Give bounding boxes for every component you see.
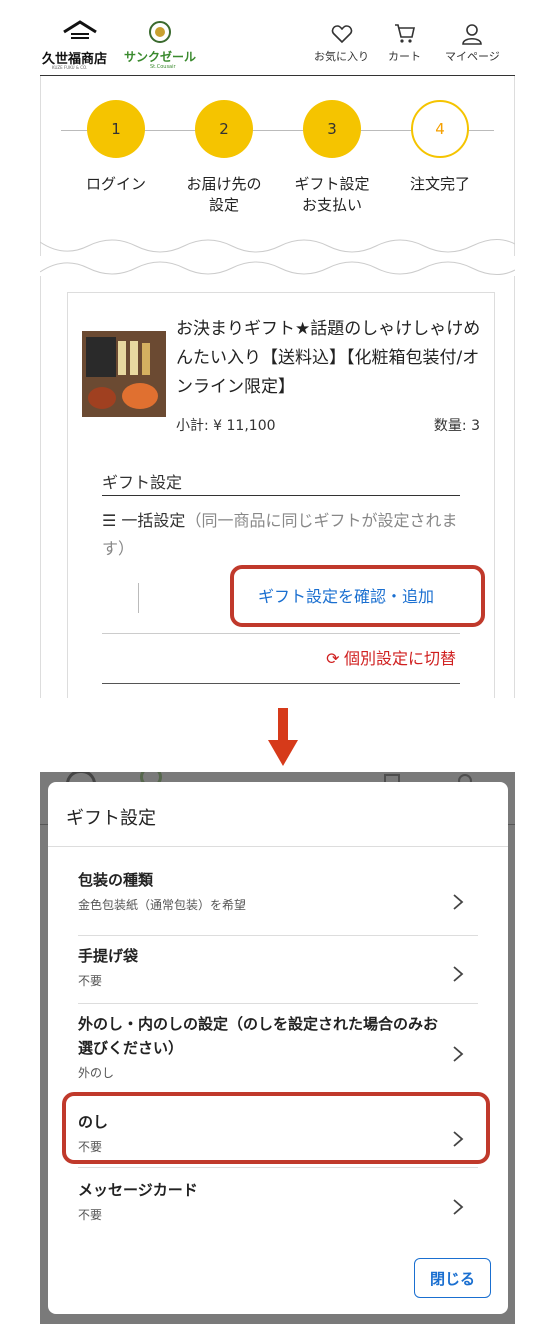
vertical-divider xyxy=(138,583,139,613)
chevron-right-icon xyxy=(453,1199,464,1215)
gift-dialog-screen: ギフト設定 包装の種類 金色包装紙（通常包装）を希望 手提げ袋 不要 外のし・内… xyxy=(40,772,515,1324)
gift-section-title: ギフト設定 xyxy=(102,473,183,492)
step-circle: 3 xyxy=(303,100,361,158)
chevron-right-icon xyxy=(453,893,464,910)
close-button[interactable]: 閉じる xyxy=(414,1258,491,1298)
brand2-name: サンクゼール xyxy=(124,50,197,64)
option-message-card[interactable]: メッセージカード 不要 xyxy=(78,1178,478,1236)
down-arrow-icon xyxy=(268,708,298,766)
switch-individual-button[interactable]: ⟳ 個別設定に切替 xyxy=(326,645,456,669)
gift-settings-dialog: ギフト設定 包装の種類 金色包装紙（通常包装）を希望 手提げ袋 不要 外のし・内… xyxy=(48,782,508,1314)
highlight-confirm-button xyxy=(230,565,485,627)
site-header: 久世福商店 KUZE FUKU & CO. サンクゼール St.Cousair … xyxy=(40,14,515,76)
brand1-small: KUZE FUKU & CO. xyxy=(52,65,88,70)
step-complete: 4 注文完了 xyxy=(385,100,495,195)
thumb-bottle xyxy=(130,341,138,375)
option-wrapping-type[interactable]: 包装の種類 金色包装紙（通常包装）を希望 xyxy=(78,868,478,936)
product-subtotal: 小計: ¥ 11,100 xyxy=(176,418,276,434)
bulk-setting: ☰ 一括設定（同一商品に同じギフトが設定されます） xyxy=(102,507,472,563)
step-shipping: 2 お届け先の 設定 xyxy=(169,100,279,216)
dialog-title: ギフト設定 xyxy=(66,808,156,829)
nav-mypage-label: マイページ xyxy=(445,50,500,63)
cart-icon xyxy=(394,24,415,43)
divider xyxy=(102,683,460,684)
refresh-icon: ⟳ xyxy=(326,651,344,668)
product-card: お決まりギフト★話題のしゃけしゃけめんたい入り【送料込】【化粧箱包装付/オンライ… xyxy=(67,292,495,698)
nav-cart-label: カート xyxy=(388,50,421,63)
step-label: 注文完了 xyxy=(409,175,470,193)
option-value: 外のし xyxy=(78,1066,115,1080)
option-value: 不要 xyxy=(78,1208,103,1222)
nav-favorites[interactable]: お気に入り xyxy=(314,22,369,64)
thumb-bottle xyxy=(142,343,150,375)
step-label: お届け先の 設定 xyxy=(186,175,262,214)
divider xyxy=(102,633,460,634)
step-gift-payment: 3 ギフト設定 お支払い xyxy=(277,100,387,216)
roof-logo-icon xyxy=(63,20,97,39)
step-label: ギフト設定 お支払い xyxy=(294,175,370,214)
product-name[interactable]: お決まりギフト★話題のしゃけしゃけめんたい入り【送料込】【化粧箱包装付/オンライ… xyxy=(176,315,481,402)
thumb-bottle xyxy=(118,341,126,375)
chevron-right-icon xyxy=(453,1045,464,1062)
option-title: 外のし・内のしの設定（のしを設定された場合のみお選びください） xyxy=(78,1015,439,1057)
thumb-box xyxy=(86,337,116,377)
emblem-logo-icon xyxy=(149,21,171,43)
nav-mypage[interactable]: マイページ xyxy=(445,22,500,64)
switch-individual-label: 個別設定に切替 xyxy=(343,651,456,668)
step-login: 1 ログイン xyxy=(61,100,171,195)
user-icon xyxy=(462,24,483,45)
step-label: ログイン xyxy=(85,175,146,193)
thumb-dish xyxy=(88,387,116,409)
option-value: 金色包装紙（通常包装）を希望 xyxy=(78,898,247,912)
option-title: 手提げ袋 xyxy=(78,947,139,965)
step-circle: 1 xyxy=(87,100,145,158)
bulk-setting-label: ☰ 一括設定 xyxy=(102,511,186,530)
product-thumbnail[interactable] xyxy=(82,331,166,417)
product-quantity: 数量: 3 xyxy=(433,418,480,434)
step-circle: 4 xyxy=(411,100,469,158)
st-cousair-logo[interactable]: サンクゼール St.Cousair xyxy=(124,18,208,70)
checkout-steps: 1 ログイン 2 お届け先の 設定 3 ギフト設定 お支払い 4 注文完了 xyxy=(40,76,515,256)
step-circle: 2 xyxy=(195,100,253,158)
brand2-small: St.Cousair xyxy=(150,64,176,70)
dialog-divider xyxy=(48,846,508,847)
option-title: 包装の種類 xyxy=(78,871,154,889)
nav-cart[interactable]: カート xyxy=(388,22,421,64)
cart-item-area: お決まりギフト★話題のしゃけしゃけめんたい入り【送料込】【化粧箱包装付/オンライ… xyxy=(40,276,515,698)
chevron-right-icon xyxy=(453,965,464,982)
kuse-fuku-logo[interactable]: 久世福商店 KUZE FUKU & CO. xyxy=(42,18,122,70)
nav-favorites-label: お気に入り xyxy=(314,50,369,63)
highlight-noshi-option xyxy=(62,1092,490,1164)
option-title: メッセージカード xyxy=(78,1181,198,1199)
heart-icon xyxy=(331,25,352,44)
thumb-dish xyxy=(122,383,158,409)
option-value: 不要 xyxy=(78,974,103,988)
gift-divider xyxy=(102,495,460,496)
option-noshi-placement[interactable]: 外のし・内のしの設定（のしを設定された場合のみお選びください） 外のし xyxy=(78,1012,478,1096)
option-shopping-bag[interactable]: 手提げ袋 不要 xyxy=(78,944,478,1004)
